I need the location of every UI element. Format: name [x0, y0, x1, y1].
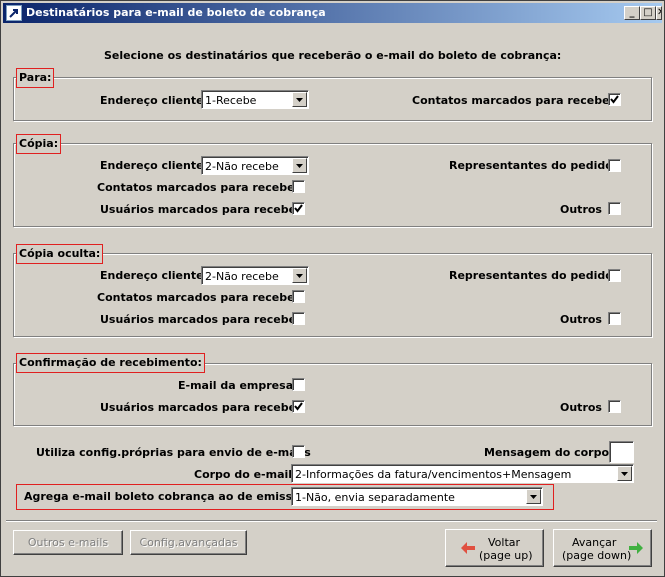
- chevron-down-icon[interactable]: [292, 92, 307, 107]
- corpo-email-select[interactable]: 2-Informações da fatura/vencimentos+Mens…: [291, 464, 634, 483]
- close-button[interactable]: ✕: [656, 6, 662, 20]
- para-endereco-label: Endereço cliente: [100, 94, 204, 107]
- confirmacao-outros-checkbox[interactable]: [608, 400, 621, 413]
- copia-contatos-checkbox[interactable]: [292, 180, 305, 193]
- chevron-down-icon[interactable]: [526, 489, 541, 504]
- voltar-label: Voltar: [488, 536, 521, 549]
- copia-representantes-label: Representantes do pedido: [449, 159, 613, 172]
- dialog-content: Selecione os destinatários que receberão…: [4, 25, 659, 574]
- copia-endereco-select[interactable]: 2-Não recebe: [201, 156, 309, 175]
- voltar-shortcut: (page up): [479, 549, 533, 562]
- avancar-label: Avançar: [572, 536, 617, 549]
- outros-emails-button[interactable]: Outros e-mails: [13, 530, 123, 555]
- voltar-button[interactable]: Voltar (page up): [445, 529, 544, 567]
- para-endereco-value: 1-Recebe: [205, 94, 257, 107]
- copia-usuarios-label: Usuários marcados para receber: [100, 203, 302, 216]
- avancar-button[interactable]: Avançar (page down): [553, 529, 652, 567]
- copia-oculta-endereco-value: 2-Não recebe: [205, 270, 279, 283]
- chevron-down-icon[interactable]: [292, 158, 307, 173]
- confirmacao-email-empresa-label: E-mail da empresa: [178, 379, 294, 392]
- confirmacao-legend: Confirmação de recebimento:: [16, 353, 205, 373]
- copia-oculta-representantes-label: Representantes do pedido: [449, 269, 613, 282]
- instruction-text: Selecione os destinatários que receberão…: [104, 49, 562, 62]
- copia-endereco-label: Endereço cliente: [100, 159, 204, 172]
- checkmark-icon: [294, 204, 303, 213]
- copia-oculta-contatos-label: Contatos marcados para receber: [97, 291, 300, 304]
- arrow-right-icon: [629, 542, 643, 554]
- copia-outros-checkbox[interactable]: [608, 202, 621, 215]
- confirmacao-outros-label: Outros: [560, 401, 602, 414]
- title-bar[interactable]: Destinatários para e-mail de boleto de c…: [3, 3, 662, 23]
- app-icon: [6, 5, 22, 21]
- chevron-down-icon[interactable]: [617, 466, 632, 481]
- copia-usuarios-checkbox[interactable]: [292, 202, 305, 215]
- copia-oculta-endereco-label: Endereço cliente: [100, 269, 204, 282]
- copia-representantes-checkbox[interactable]: [608, 159, 621, 172]
- copia-oculta-representantes-checkbox[interactable]: [608, 269, 621, 282]
- maximize-button[interactable]: □: [640, 6, 656, 20]
- confirmacao-usuarios-checkbox[interactable]: [292, 400, 305, 413]
- copia-oculta-endereco-select[interactable]: 2-Não recebe: [201, 266, 309, 285]
- agrega-value: 1-Não, envia separadamente: [295, 491, 455, 504]
- copia-oculta-outros-checkbox[interactable]: [608, 312, 621, 325]
- agrega-select[interactable]: 1-Não, envia separadamente: [291, 487, 543, 506]
- copia-endereco-value: 2-Não recebe: [205, 160, 279, 173]
- copia-oculta-legend: Cópia oculta:: [16, 244, 104, 264]
- confirmacao-email-empresa-checkbox[interactable]: [292, 378, 305, 391]
- para-legend: Para:: [16, 68, 55, 88]
- config-avancadas-button[interactable]: Config.avançadas: [130, 530, 247, 555]
- checkmark-icon: [610, 95, 619, 104]
- mensagem-corpo-input[interactable]: [609, 441, 634, 463]
- copia-oculta-usuarios-label: Usuários marcados para receber: [100, 313, 302, 326]
- para-contatos-checkbox[interactable]: [608, 93, 621, 106]
- copia-contatos-label: Contatos marcados para receber: [97, 181, 300, 194]
- avancar-shortcut: (page down): [562, 549, 632, 562]
- minimize-button[interactable]: _: [624, 6, 640, 20]
- copia-oculta-contatos-checkbox[interactable]: [292, 290, 305, 303]
- agrega-label: Agrega e-mail boleto cobrança ao de emis…: [24, 490, 308, 503]
- arrow-left-icon: [461, 542, 475, 554]
- chevron-down-icon[interactable]: [292, 268, 307, 283]
- copia-legend: Cópia:: [16, 134, 62, 154]
- mensagem-corpo-label: Mensagem do corpo: [484, 446, 610, 459]
- copia-outros-label: Outros: [560, 203, 602, 216]
- separator: [6, 520, 657, 522]
- para-endereco-select[interactable]: 1-Recebe: [201, 90, 309, 109]
- copia-oculta-outros-label: Outros: [560, 313, 602, 326]
- corpo-email-label: Corpo do e-mail: [194, 468, 293, 481]
- corpo-email-value: 2-Informações da fatura/vencimentos+Mens…: [295, 468, 572, 481]
- para-contatos-label: Contatos marcados para receber: [412, 94, 615, 107]
- checkmark-icon: [294, 402, 303, 411]
- copia-oculta-usuarios-checkbox[interactable]: [292, 312, 305, 325]
- confirmacao-usuarios-label: Usuários marcados para receber: [100, 401, 302, 414]
- utiliza-config-checkbox[interactable]: [292, 445, 305, 458]
- utiliza-config-label: Utiliza config.próprias para envio de e-…: [36, 446, 311, 459]
- dialog-window: Destinatários para e-mail de boleto de c…: [0, 0, 665, 577]
- window-title: Destinatários para e-mail de boleto de c…: [26, 6, 326, 19]
